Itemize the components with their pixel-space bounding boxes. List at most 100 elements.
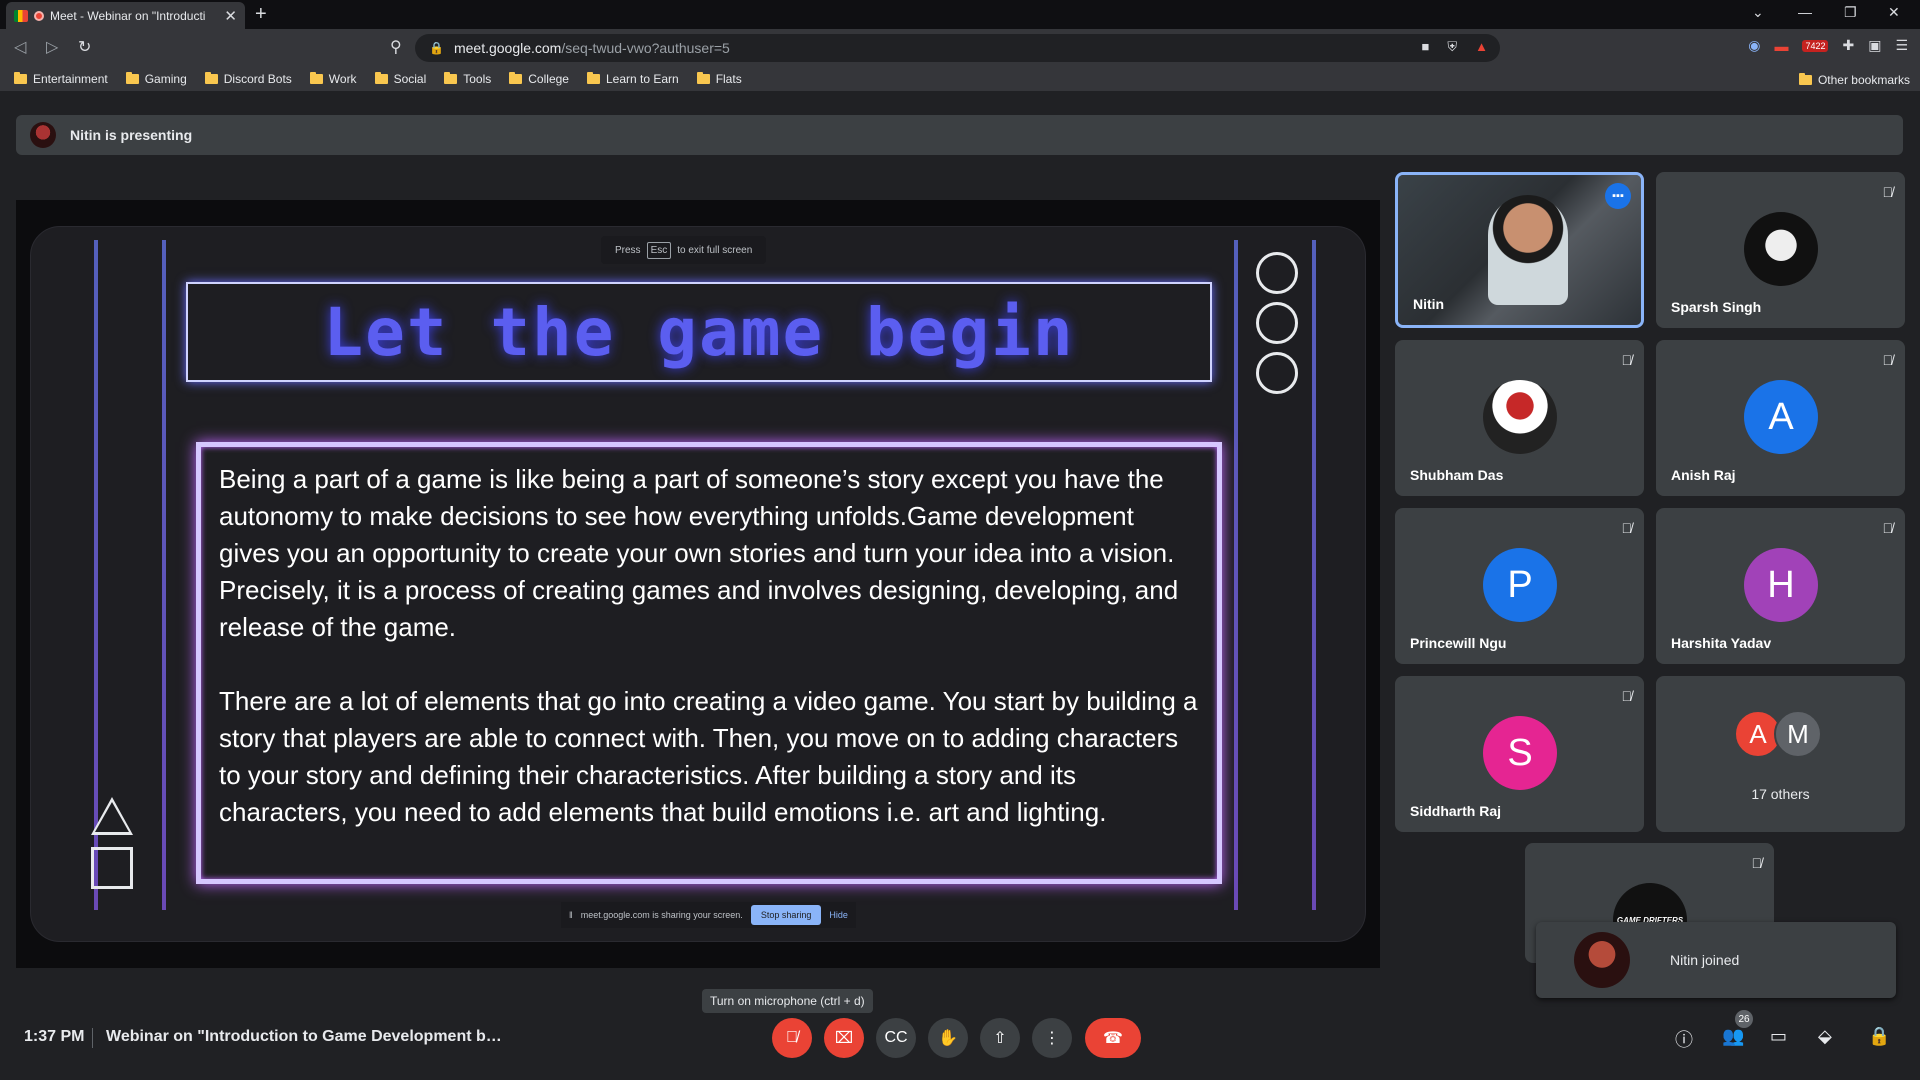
browser-toolbar: ◁ ▷ ↻ ⚲ 🔒 meet.google.com /seq-twud-vwo?… [0, 29, 1920, 67]
bookmark-item[interactable]: Learn to Earn [586, 72, 679, 86]
wallet-icon[interactable]: ▣ [1868, 37, 1881, 54]
hide-button[interactable]: Hide [829, 910, 848, 920]
bookmark-label: Tools [463, 72, 492, 86]
triangle-icon [91, 797, 133, 835]
right-rail-inner [1234, 240, 1238, 910]
close-window-icon[interactable]: ✕ [1888, 4, 1900, 21]
more-options-button[interactable]: ⋮ [1032, 1018, 1072, 1058]
bookmark-label: Entertainment [33, 72, 108, 86]
clock: 1:37 PM [24, 1028, 85, 1045]
recording-dot-icon [34, 10, 44, 21]
activities-icon[interactable]: ⬙ [1818, 1026, 1832, 1047]
lock-icon: 🔒 [429, 41, 444, 55]
camera-off-button[interactable]: ⌧ [824, 1018, 864, 1058]
participant-name: Sparsh Singh [1671, 299, 1762, 315]
meeting-details-icon[interactable]: ⓘ [1675, 1026, 1693, 1052]
tab-strip: Meet - Webinar on "Introducti ✕ + ⌄ — ❐ … [0, 0, 1920, 29]
leave-call-button[interactable]: ☎ [1085, 1018, 1141, 1058]
extensions-puzzle-icon[interactable]: ✚ [1842, 37, 1854, 54]
back-icon[interactable]: ◁ [14, 37, 26, 57]
mic-off-icon: 🎙̸ [1621, 352, 1633, 368]
left-rail-inner [162, 240, 166, 910]
participant-tile-harshita[interactable]: 🎙̸ H Harshita Yadav [1656, 508, 1905, 664]
participant-tile-sparsh[interactable]: 🎙̸ Sparsh Singh [1656, 172, 1905, 328]
stop-sharing-button[interactable]: Stop sharing [750, 905, 822, 925]
avatar: P [1483, 548, 1557, 622]
people-icon[interactable]: 👥 [1722, 1026, 1744, 1047]
camera-in-use-icon[interactable]: ■ [1422, 39, 1430, 55]
mic-off-icon: 🎙̸ [1882, 352, 1894, 368]
browser-tab[interactable]: Meet - Webinar on "Introducti ✕ [6, 2, 245, 29]
mic-off-icon: 🎙̸ [1751, 855, 1763, 871]
right-rail [1312, 240, 1316, 910]
participant-tile-nitin[interactable]: ▪▪▪ Nitin [1395, 172, 1644, 328]
participant-name: Nitin [1413, 296, 1445, 312]
folder-icon [696, 72, 710, 84]
captions-button[interactable]: CC [876, 1018, 916, 1058]
shared-screen: Press Esc to exit full screen Let the ga… [16, 200, 1380, 968]
participant-tile-anish[interactable]: 🎙̸ A Anish Raj [1656, 340, 1905, 496]
brave-shield-icon[interactable]: ⛨ [1447, 39, 1457, 55]
pause-icon: ‖ [569, 910, 573, 920]
avatar: H [1744, 548, 1818, 622]
circle-icon [1256, 252, 1298, 294]
participant-tile-others[interactable]: A M 17 others [1656, 676, 1905, 832]
bookmark-item[interactable]: Entertainment [14, 72, 108, 86]
close-tab-icon[interactable]: ✕ [224, 7, 237, 25]
extension-red-icon[interactable]: ▬ [1774, 38, 1788, 54]
audio-icon[interactable]: ◉ [1748, 37, 1760, 54]
bookmark-label: Social [393, 72, 427, 86]
bookmark-item[interactable]: Tools [444, 72, 491, 86]
participant-tile-shubham[interactable]: 🎙̸ Shubham Das [1395, 340, 1644, 496]
mic-off-icon: 🎙̸ [1621, 520, 1633, 536]
reload-icon[interactable]: ↻ [78, 37, 91, 57]
avatar [1574, 932, 1630, 988]
circle-icon [1256, 302, 1298, 344]
slide-body: Being a part of a game is like being a p… [196, 442, 1222, 884]
menu-icon[interactable]: ☰ [1895, 37, 1908, 54]
bookmark-item[interactable]: Discord Bots [204, 72, 292, 86]
people-count-badge: 26 [1735, 1010, 1753, 1028]
participant-tile-siddharth[interactable]: 🎙̸ S Siddharth Raj [1395, 676, 1644, 832]
tab-search-icon[interactable]: ⌄ [1752, 4, 1764, 21]
decorative-circles [1256, 252, 1298, 394]
presenting-label: Nitin is presenting [70, 127, 193, 143]
restore-icon[interactable]: ❐ [1844, 4, 1857, 21]
minimize-icon[interactable]: — [1798, 4, 1812, 20]
folder-icon [374, 72, 388, 84]
address-bar[interactable]: 🔒 meet.google.com /seq-twud-vwo?authuser… [415, 34, 1500, 62]
toast-text: Nitin joined [1670, 952, 1740, 968]
bookmark-item[interactable]: Social [374, 72, 427, 86]
meet-favicon-icon [14, 9, 28, 22]
slide-paragraph-2: There are a lot of elements that go into… [219, 686, 1198, 827]
bookmark-item[interactable]: College [509, 72, 569, 86]
microphone-off-button[interactable]: 🎙̸ [772, 1018, 812, 1058]
bookmark-item[interactable]: Work [309, 72, 357, 86]
others-count: 17 others [1751, 786, 1810, 802]
participant-name: Princewill Ngu [1410, 635, 1507, 651]
bookmark-label: Flats [715, 72, 742, 86]
host-controls-icon[interactable]: 🔒 [1868, 1026, 1890, 1047]
participant-tile-princewill[interactable]: 🎙̸ P Princewill Ngu [1395, 508, 1644, 664]
fullscreen-hint-pre: Press [615, 244, 641, 256]
extension-badge[interactable]: 7422 [1802, 39, 1829, 52]
avatar [1483, 380, 1557, 454]
bookmark-item[interactable]: Gaming [125, 72, 187, 86]
chat-icon[interactable]: ▭ [1770, 1026, 1787, 1047]
raise-hand-button[interactable]: ✋ [928, 1018, 968, 1058]
participant-name: Shubham Das [1410, 467, 1504, 483]
participant-name: Anish Raj [1671, 467, 1736, 483]
folder-icon [1798, 73, 1812, 85]
present-button[interactable]: ⇧ [980, 1018, 1020, 1058]
esc-key: Esc [646, 241, 672, 259]
bookmark-item[interactable]: Flats [696, 72, 742, 86]
brave-rewards-icon[interactable]: ▲ [1475, 39, 1488, 55]
forward-icon[interactable]: ▷ [46, 37, 58, 57]
folder-icon [509, 72, 523, 84]
bookmark-label: College [528, 72, 569, 86]
fullscreen-hint: Press Esc to exit full screen [601, 236, 767, 264]
new-tab-icon[interactable]: + [255, 3, 267, 26]
other-bookmarks[interactable]: Other bookmarks [1798, 73, 1910, 87]
slide-paragraph-1: Being a part of a game is like being a p… [219, 464, 1179, 642]
bookmark-page-icon[interactable]: ⚲ [390, 37, 402, 57]
